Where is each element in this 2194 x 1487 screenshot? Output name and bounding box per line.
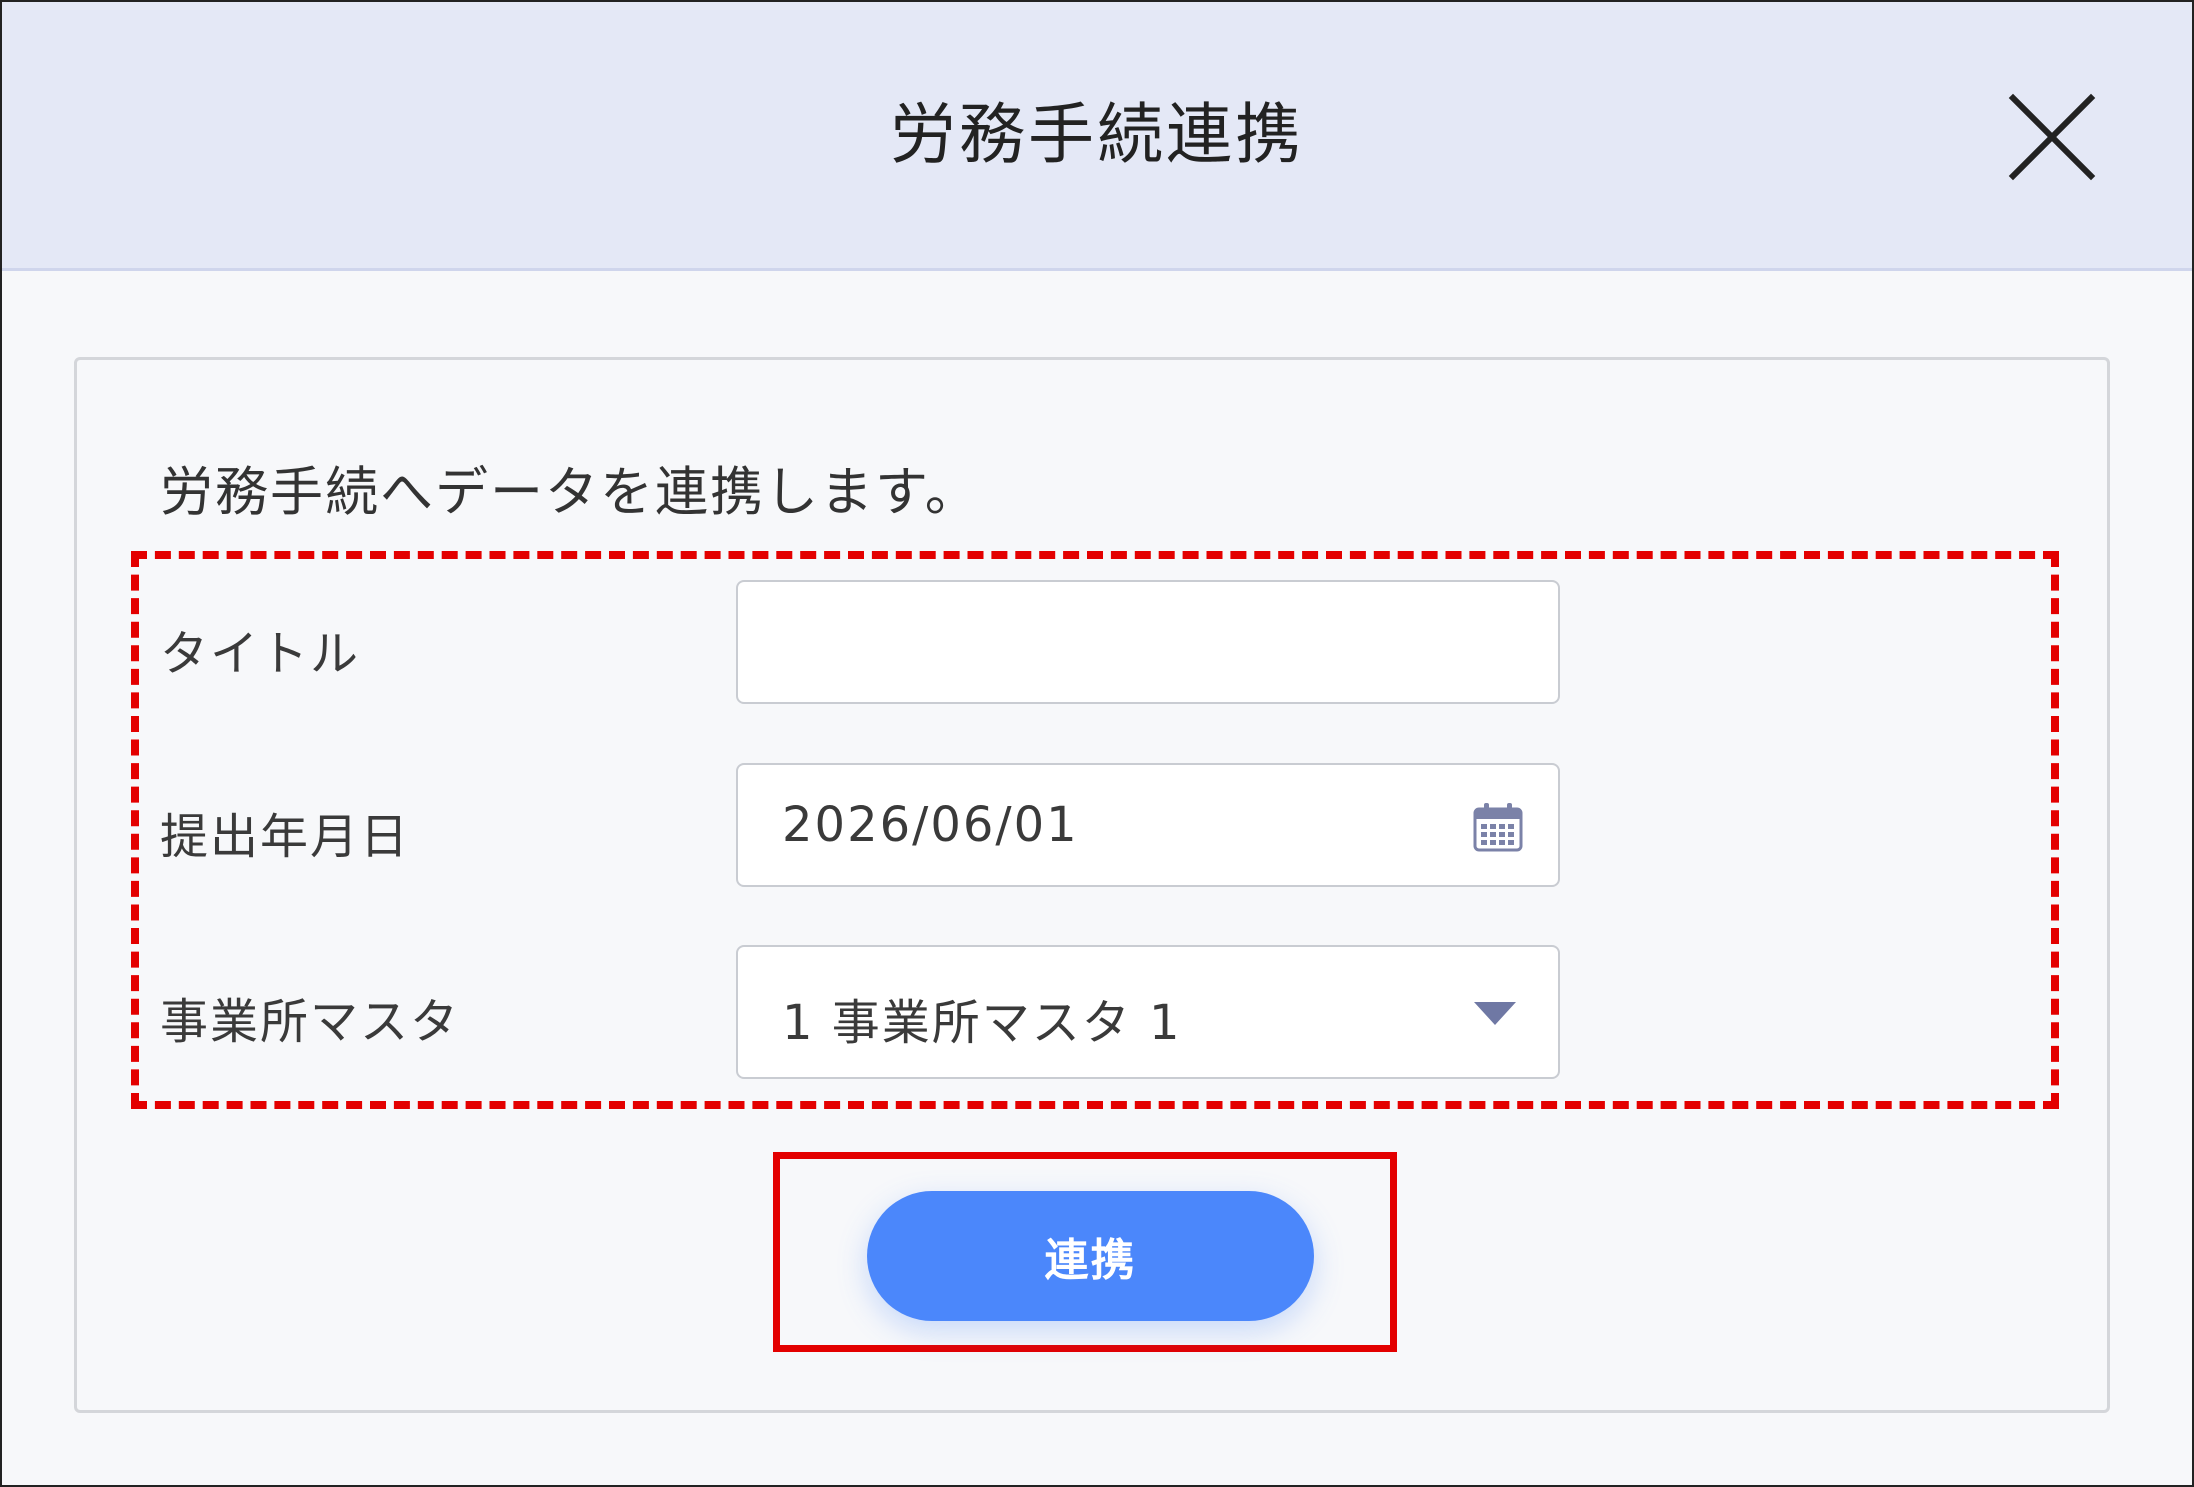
title-label: タイトル [160,626,361,682]
office-master-value: 1 事業所マスタ 1 [782,995,1182,1051]
dialog-title: 労務手続連携 [890,96,1304,173]
office-master-select[interactable]: 1 事業所マスタ 1 [736,945,1560,1079]
link-button[interactable]: 連携 [867,1191,1314,1321]
office-master-label: 事業所マスタ [160,994,461,1050]
close-icon [2008,93,2096,181]
submission-date-input[interactable]: 2026/06/01 [736,763,1560,887]
calendar-icon[interactable] [1472,801,1524,853]
chevron-down-icon [1474,1002,1516,1025]
close-button[interactable] [2007,92,2097,182]
dialog-header: 労務手続連携 [2,2,2192,271]
submission-date-value: 2026/06/01 [782,797,1079,853]
title-input[interactable] [736,580,1560,704]
submission-date-label: 提出年月日 [160,809,411,865]
intro-text: 労務手続へデータを連携します。 [160,462,980,523]
